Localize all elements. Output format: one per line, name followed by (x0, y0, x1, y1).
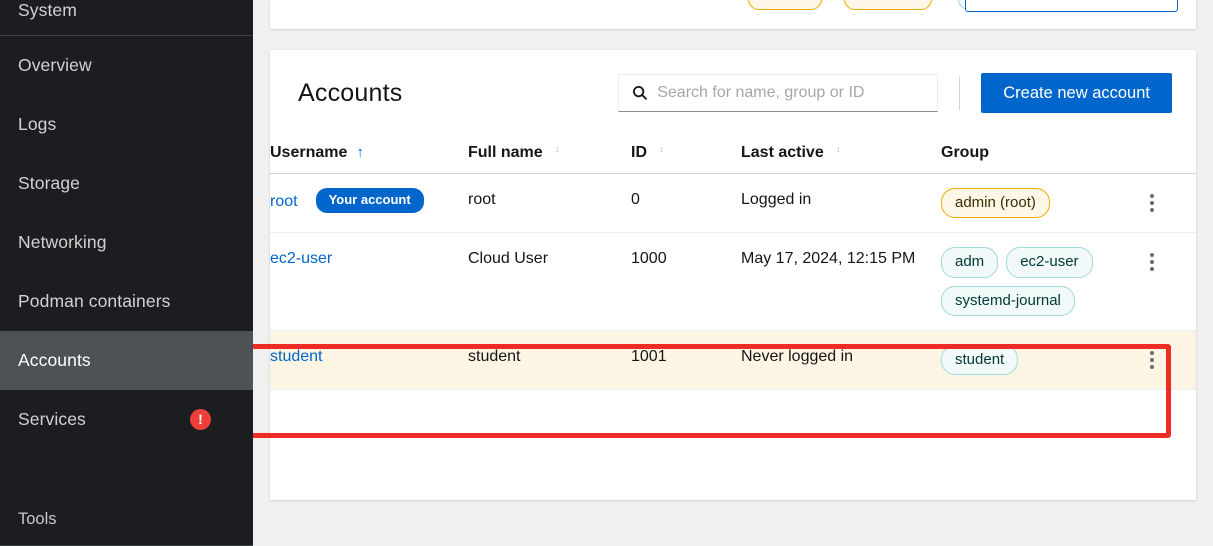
cell-last-active: May 17, 2024, 12:15 PM (741, 232, 941, 331)
sidebar-item-label: Storage (18, 173, 80, 193)
cell-actions (1131, 173, 1196, 234)
sidebar-nav: System Overview Logs Storage Networking Podma… (0, 0, 253, 546)
sort-ascending-icon[interactable]: ↑ (356, 145, 367, 161)
sidebar-item-system[interactable]: System (0, 0, 253, 36)
column-header-username[interactable]: Username ↑ (270, 133, 468, 174)
kebab-menu-icon[interactable] (1141, 345, 1163, 375)
cell-actions (1131, 232, 1196, 331)
sidebar-item-label: Accounts (18, 350, 91, 370)
column-label-full-name: Full name (468, 144, 543, 161)
sidebar-item-services[interactable]: Services! (0, 390, 253, 449)
sidebar-item-label: Services (18, 409, 86, 429)
cell-id: 0 (631, 173, 741, 234)
sidebar-item-label: Networking (18, 232, 107, 252)
cell-full-name: Cloud User (468, 232, 631, 331)
accounts-table-head: Username ↑ Full name ↕ ID ↕ Last active … (270, 133, 1196, 174)
top-card-outline-button[interactable] (965, 0, 1178, 12)
column-label-last-active: Last active (741, 144, 824, 161)
username-link[interactable]: student (270, 348, 322, 365)
column-label-group: Group (941, 144, 989, 161)
top-card-partial-label (844, 0, 932, 10)
group-label: student (941, 344, 1019, 375)
sidebar-item-list: System Overview Logs Storage Networking Podma… (0, 0, 253, 471)
cell-username: root Your account (270, 173, 468, 234)
search-box[interactable] (618, 74, 939, 112)
cell-last-active: Never logged in (741, 330, 941, 391)
cell-username: ec2-user (270, 232, 468, 331)
column-label-username: Username (270, 144, 348, 161)
kebab-menu-icon[interactable] (1141, 247, 1163, 277)
table-header-row: Username ↑ Full name ↕ ID ↕ Last active … (270, 133, 1196, 174)
cell-group: adm ec2-user systemd-journal (941, 232, 1131, 331)
cell-full-name: root (468, 173, 631, 234)
table-row[interactable]: student student 1001 Never logged in student (270, 330, 1196, 391)
sidebar-item-label: Overview (18, 55, 92, 75)
cell-actions (1131, 330, 1196, 391)
create-new-account-button[interactable]: Create new account (981, 73, 1172, 113)
group-label-list: adm ec2-user systemd-journal (941, 247, 1116, 316)
sidebar-item-accounts[interactable]: Accounts (0, 331, 253, 390)
page-title: Accounts (298, 78, 403, 107)
header-divider (959, 76, 961, 110)
sidebar-item-podman-containers[interactable]: Podman containers (0, 272, 253, 331)
cell-group: student (941, 330, 1131, 391)
group-label: admin (root) (941, 188, 1050, 219)
cell-last-active: Logged in (741, 173, 941, 234)
top-card-partial-label (748, 0, 822, 10)
table-row[interactable]: root Your account root 0 Logged in admin (roo… (270, 173, 1196, 234)
search-input[interactable] (657, 84, 938, 102)
username-link[interactable]: ec2-user (270, 250, 332, 267)
column-header-id[interactable]: ID ↕ (631, 133, 741, 174)
sort-toggle-icon[interactable]: ↕ (552, 145, 563, 161)
sidebar-item-overview[interactable]: Overview (0, 36, 253, 95)
username-link[interactable]: root (270, 193, 298, 210)
group-label-list: admin (root) (941, 188, 1116, 219)
column-header-full-name[interactable]: Full name ↕ (468, 133, 631, 174)
column-header-actions (1131, 133, 1196, 174)
cell-full-name: student (468, 330, 631, 391)
cell-id: 1000 (631, 232, 741, 331)
accounts-card: Accounts Create new account (270, 50, 1196, 500)
top-partial-card (270, 0, 1196, 29)
group-label: ec2-user (1006, 247, 1093, 278)
group-label-list: student (941, 344, 1116, 375)
sidebar-item-networking[interactable]: Networking (0, 213, 253, 272)
search-icon (633, 85, 648, 100)
accounts-table-body: root Your account root 0 Logged in admin (roo… (270, 173, 1196, 391)
alert-icon: ! (190, 409, 211, 430)
sidebar-item-label: Podman containers (18, 291, 171, 311)
group-label: adm (941, 247, 999, 278)
alert-badge-text: ! (198, 410, 203, 427)
group-label: systemd-journal (941, 285, 1075, 316)
accounts-card-header: Accounts Create new account (270, 50, 1196, 133)
main-content: Accounts Create new account (253, 0, 1213, 546)
column-label-id: ID (631, 144, 647, 161)
sidebar-item-storage[interactable]: Storage (0, 154, 253, 213)
cell-id: 1001 (631, 330, 741, 391)
sort-toggle-icon[interactable]: ↕ (656, 145, 667, 161)
cell-group: admin (root) (941, 173, 1131, 234)
table-row[interactable]: ec2-user Cloud User 1000 May 17, 2024, 12:1… (270, 232, 1196, 331)
sidebar-item-label: Logs (18, 114, 57, 134)
sidebar-section-tools[interactable]: Tools (0, 492, 253, 546)
cell-username: student (270, 330, 468, 391)
sidebar-item-logs[interactable]: Logs (0, 95, 253, 154)
column-header-last-active[interactable]: Last active ↕ (741, 133, 941, 174)
accounts-table: Username ↑ Full name ↕ ID ↕ Last active … (270, 133, 1196, 391)
sidebar-section-label: Tools (18, 509, 57, 528)
sidebar-item-label: System (18, 0, 77, 20)
column-header-group: Group (941, 133, 1131, 174)
cockpit-accounts-page: System Overview Logs Storage Networking Podma… (0, 0, 1213, 546)
accounts-header-tools: Create new account (618, 73, 1172, 113)
sort-toggle-icon[interactable]: ↕ (833, 145, 844, 161)
your-account-badge: Your account (315, 188, 424, 213)
kebab-menu-icon[interactable] (1141, 188, 1163, 218)
